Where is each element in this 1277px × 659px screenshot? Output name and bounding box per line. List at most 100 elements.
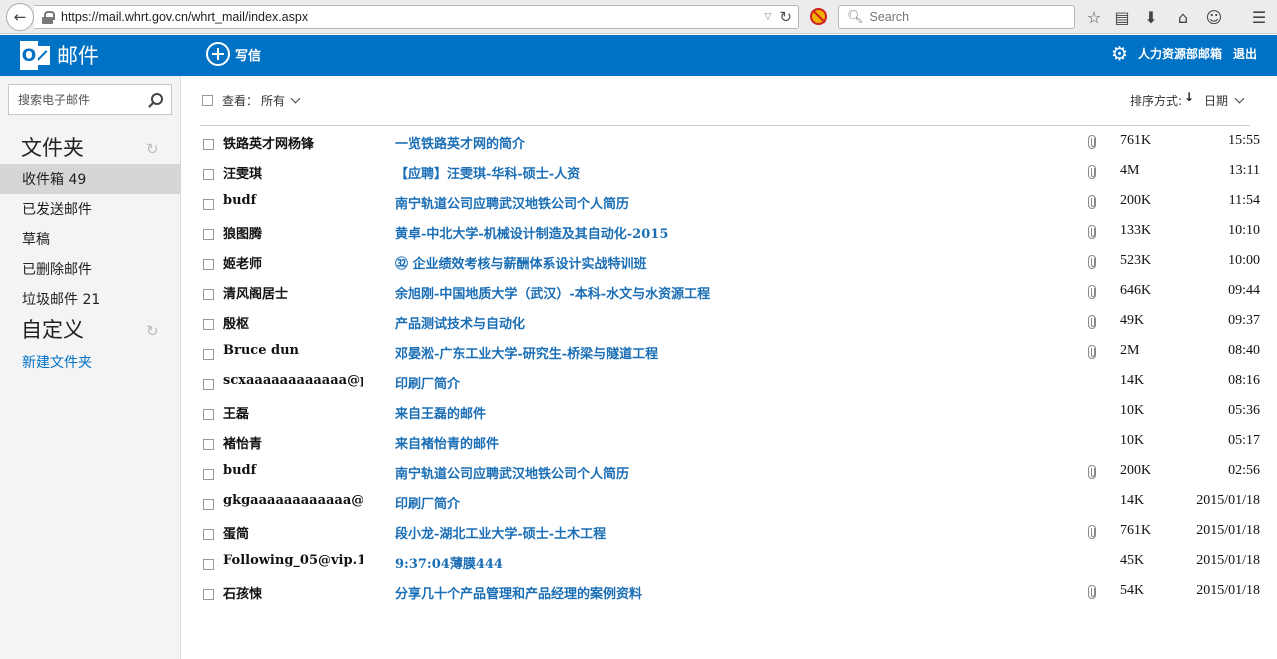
message-subject[interactable]: 印刷厂简介 [395,493,460,512]
folder-inbox[interactable]: 收件箱 49 [0,164,181,194]
popup-blocked-icon[interactable] [810,8,827,25]
message-checkbox[interactable] [203,379,214,390]
message-subject[interactable]: 来自王磊的邮件 [395,403,486,422]
message-row[interactable]: 姬老师 ㉜ 企业绩效考核与薪酬体系设计实战特训班 523K 10:00 [200,247,1262,277]
message-time: 13:11 [1228,163,1260,178]
bookmark-star-icon[interactable]: ☆ [1083,6,1105,28]
message-subject[interactable]: 黄卓-中北大学-机械设计制造及其自动化-2015 [395,223,668,242]
folder-drafts[interactable]: 草稿 [0,224,181,254]
message-row[interactable]: budf 南宁轨道公司应聘武汉地铁公司个人简历 200K 02:56 [200,457,1262,487]
message-sender: 铁路英才网杨锋 [223,137,315,152]
account-icon[interactable]: ☺ [1203,6,1225,28]
message-checkbox[interactable] [203,289,214,300]
address-bar[interactable]: https://mail.whrt.gov.cn/whrt_mail/index… [34,5,799,29]
folder-label: 垃圾邮件 21 [22,292,101,308]
message-size: 10K [1120,403,1145,418]
message-checkbox[interactable] [203,259,214,270]
message-checkbox[interactable] [203,229,214,240]
message-row[interactable]: Following_05@vip.1… 9:37:04薄膜444 45K 2015/0… [200,547,1262,577]
sidebar: 搜索电子邮件 文件夹 ↻ 收件箱 49 已发送邮件 草稿 已删除邮件 垃圾邮件 … [0,76,181,659]
mail-search-input[interactable]: 搜索电子邮件 [8,84,172,115]
message-checkbox[interactable] [203,139,214,150]
refresh-custom-icon[interactable]: ↻ [146,322,159,340]
message-checkbox[interactable] [203,169,214,180]
message-checkbox[interactable] [203,319,214,330]
message-subject[interactable]: 南宁轨道公司应聘武汉地铁公司个人简历 [395,193,629,212]
url-dropdown-icon[interactable]: ▽ [765,12,772,22]
folder-deleted[interactable]: 已删除邮件 [0,254,181,284]
browser-search-field[interactable]: 🔍︎ Search [838,5,1075,29]
message-checkbox[interactable] [203,559,214,570]
message-checkbox[interactable] [203,589,214,600]
back-button[interactable]: ← [6,3,34,31]
message-subject[interactable]: 段小龙-湖北工业大学-硕士-土木工程 [395,523,606,542]
message-subject[interactable]: 印刷厂简介 [395,373,460,392]
folder-junk[interactable]: 垃圾邮件 21 [0,284,181,314]
attachment-icon [1088,135,1096,149]
message-checkbox[interactable] [203,469,214,480]
app-header: O 邮件 写信 ⚙ 人力资源部邮箱 退出 [0,35,1277,76]
message-row[interactable]: scxaaaaaaaaaaaa@p… 印刷厂简介 14K 08:16 [200,367,1262,397]
message-row[interactable]: 清风阁居士 余旭刚-中国地质大学（武汉）-本科-水文与水资源工程 646K 09:44 [200,277,1262,307]
download-icon[interactable]: ⬇ [1140,6,1162,28]
message-subject[interactable]: ㉜ 企业绩效考核与薪酬体系设计实战特训班 [395,253,647,272]
message-subject[interactable]: 一览铁路英才网的简介 [395,133,525,152]
message-sender: Bruce dun [223,343,299,358]
refresh-folders-icon[interactable]: ↻ [146,140,159,158]
message-row[interactable]: gkgaaaaaaaaaaaa@… 印刷厂简介 14K 2015/01/18 [200,487,1262,517]
message-sender: 褚怡青 [223,437,263,452]
message-checkbox[interactable] [203,529,214,540]
chevron-down-icon[interactable] [1234,93,1245,104]
reading-list-icon[interactable]: ▤ [1111,6,1133,28]
message-row[interactable]: 殷枢 产品测试技术与自动化 49K 09:37 [200,307,1262,337]
message-size: 2M [1120,343,1140,358]
gear-icon[interactable]: ⚙ [1111,43,1128,65]
message-sender: 王磊 [223,407,250,422]
message-subject[interactable]: 分享几十个产品管理和产品经理的案例资料 [395,583,642,602]
message-checkbox[interactable] [203,349,214,360]
message-checkbox[interactable] [203,409,214,420]
message-subject[interactable]: 9:37:04薄膜444 [395,553,503,572]
message-row[interactable]: 褚怡青 来自褚怡青的邮件 10K 05:17 [200,427,1262,457]
message-row[interactable]: 蛋简 段小龙-湖北工业大学-硕士-土木工程 761K 2015/01/18 [200,517,1262,547]
message-row[interactable]: 王磊 来自王磊的邮件 10K 05:36 [200,397,1262,427]
message-row[interactable]: budf 南宁轨道公司应聘武汉地铁公司个人简历 200K 11:54 [200,187,1262,217]
message-subject[interactable]: 余旭刚-中国地质大学（武汉）-本科-水文与水资源工程 [395,283,710,302]
message-row[interactable]: 狼图腾 黄卓-中北大学-机械设计制造及其自动化-2015 133K 10:10 [200,217,1262,247]
menu-icon[interactable]: ☰ [1248,6,1270,28]
mail-search-placeholder: 搜索电子邮件 [18,93,91,107]
new-folder-link[interactable]: 新建文件夹 [22,352,92,372]
message-row[interactable]: Bruce dun 邓晏淞-广东工业大学-研究生-桥梁与隧道工程 2M 08:40 [200,337,1262,367]
folder-sent[interactable]: 已发送邮件 [0,194,181,224]
search-icon[interactable] [148,92,163,107]
user-name[interactable]: 人力资源部邮箱 [1138,45,1222,62]
message-time: 2015/01/18 [1196,493,1260,508]
sort-dropdown[interactable]: 日期 [1204,92,1228,109]
chevron-down-icon[interactable] [290,93,301,104]
url-text[interactable]: https://mail.whrt.gov.cn/whrt_mail/index… [61,10,765,24]
message-size: 14K [1120,373,1145,388]
message-time: 08:40 [1228,343,1260,358]
compose-button[interactable]: 写信 [206,42,261,66]
message-row[interactable]: 石孩悚 分享几十个产品管理和产品经理的案例资料 54K 2015/01/18 [200,577,1262,607]
message-row[interactable]: 铁路英才网杨锋 一览铁路英才网的简介 761K 15:55 [200,127,1262,157]
attachment-icon [1088,345,1096,359]
message-size: 45K [1120,553,1145,568]
message-subject[interactable]: 邓晏淞-广东工业大学-研究生-桥梁与隧道工程 [395,343,658,362]
message-size: 200K [1120,463,1152,478]
reload-icon[interactable]: ↻ [779,8,792,26]
sort-direction-icon[interactable]: ↓ [1184,90,1194,104]
message-checkbox[interactable] [203,499,214,510]
message-subject[interactable]: 来自褚怡青的邮件 [395,433,499,452]
message-subject[interactable]: 产品测试技术与自动化 [395,313,525,332]
filter-dropdown[interactable]: 所有 [261,92,285,109]
message-row[interactable]: 汪雯琪 【应聘】汪雯琪-华科-硕士-人资 4M 13:11 [200,157,1262,187]
folder-label: 收件箱 49 [22,172,87,188]
message-checkbox[interactable] [203,199,214,210]
message-subject[interactable]: 【应聘】汪雯琪-华科-硕士-人资 [395,163,580,182]
message-checkbox[interactable] [203,439,214,450]
home-icon[interactable]: ⌂ [1172,6,1194,28]
select-all-checkbox[interactable] [202,95,213,106]
message-subject[interactable]: 南宁轨道公司应聘武汉地铁公司个人简历 [395,463,629,482]
logout-link[interactable]: 退出 [1233,45,1257,62]
